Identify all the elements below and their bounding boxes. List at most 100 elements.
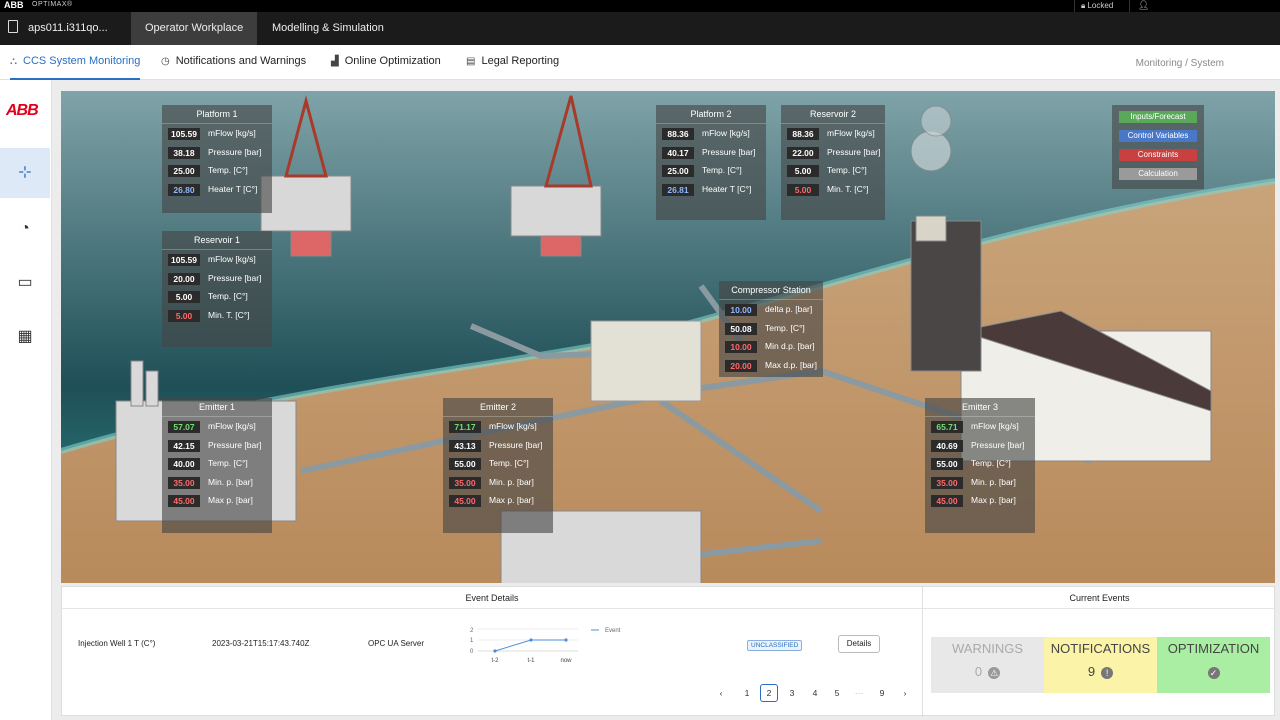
panel-row: 10.00 delta p. [bar] — [719, 300, 823, 319]
panel-row: 40.00 Temp. [C°] — [162, 454, 272, 473]
warnings-card[interactable]: WARNINGS 0 ⚠ — [931, 637, 1044, 693]
details-button[interactable]: Details — [838, 635, 880, 653]
panel-row: 26.80 Heater T [C°] — [162, 180, 272, 199]
panel-label: Heater T [C°] — [208, 183, 258, 194]
panel-label: mFlow [kg/s] — [971, 421, 1019, 431]
lock-status[interactable]: 🔒︎ Locked — [1074, 0, 1130, 12]
lock-label: Locked — [1087, 1, 1114, 10]
panel-title: Reservoir 2 — [781, 105, 885, 124]
panel-emitter2: Emitter 2 71.17 mFlow [kg/s] 43.13 Pressure … — [443, 398, 553, 533]
panel-value: 35.00 — [168, 476, 200, 489]
panel-value: 88.36 — [787, 128, 819, 140]
panel-value: 38.18 — [168, 146, 200, 159]
optimization-card[interactable]: OPTIMIZATION ✓ — [1157, 637, 1270, 693]
document-icon — [8, 20, 18, 33]
panel-row: 45.00 Max p. [bar] — [443, 491, 553, 510]
abb-logo-small: ABB — [4, 0, 24, 10]
process-scene: Inputs/Forecast Control Variables Constr… — [61, 91, 1275, 583]
legend-constraints: Constraints — [1119, 149, 1197, 161]
panel-row: 88.36 mFlow [kg/s] — [656, 124, 766, 143]
panel-label: Temp. [C°] — [971, 458, 1011, 468]
panel-row: 43.13 Pressure [bar] — [443, 436, 553, 455]
panel-label: Temp. [C°] — [489, 458, 529, 468]
event-details-title: Event Details — [62, 587, 922, 609]
grid-icon[interactable]: ▦ — [0, 312, 50, 362]
page-5[interactable]: 5 — [828, 684, 846, 702]
panel-label: Pressure [bar] — [827, 146, 881, 157]
panel-row: 5.00 Temp. [C°] — [162, 287, 272, 306]
panel-value: 43.13 — [449, 439, 481, 452]
sidebar: ABB ⊹ ◔ ▭ ▦ — [0, 80, 52, 720]
nav-modelling-simulation[interactable]: Modelling & Simulation — [258, 12, 398, 45]
panel-platform2: Platform 2 88.36 mFlow [kg/s] 40.17 Pressure… — [656, 105, 766, 220]
tab-label: Online Optimization — [344, 55, 441, 67]
legend-control-variables: Control Variables — [1119, 130, 1197, 142]
panel-value: 10.00 — [725, 304, 757, 316]
panel-reservoir1: Reservoir 1 105.59 mFlow [kg/s] 20.00 Pressu… — [162, 231, 272, 347]
panel-value: 55.00 — [449, 458, 481, 470]
panel-label: Min. T. [C°] — [208, 309, 250, 320]
panel-row: 35.00 Min. p. [bar] — [925, 473, 1035, 492]
panel-row: 45.00 Max p. [bar] — [162, 491, 272, 510]
panel-row: 38.18 Pressure [bar] — [162, 143, 272, 162]
notifications-count: 9 — [1087, 664, 1096, 679]
panel-reservoir2: Reservoir 2 88.36 mFlow [kg/s] 22.00 Pressur… — [781, 105, 885, 220]
panel-row: 26.81 Heater T [C°] — [656, 180, 766, 199]
page-1[interactable]: 1 — [738, 684, 756, 702]
notifications-card[interactable]: NOTIFICATIONS 9! — [1044, 637, 1157, 693]
tab-ccs-system-monitoring[interactable]: ⛬ CCS System Monitoring — [10, 45, 141, 80]
panel-value: 5.00 — [168, 309, 200, 322]
page-3[interactable]: 3 — [783, 684, 801, 702]
panel-label: Max p. [bar] — [489, 495, 534, 505]
network-icon[interactable]: ⊹ — [0, 148, 50, 198]
panel-label: Min. T. [C°] — [827, 183, 869, 194]
panel-label: Min. p. [bar] — [208, 476, 253, 487]
clock-icon: ◷ — [161, 56, 170, 67]
panel-row: 55.00 Temp. [C°] — [925, 454, 1035, 473]
workspace-selector[interactable]: aps011.i311qo... — [0, 12, 122, 45]
panel-value: 10.00 — [725, 341, 757, 353]
panel-value: 42.15 — [168, 439, 200, 452]
panel-title: Platform 1 — [162, 105, 272, 124]
panel-row: 40.17 Pressure [bar] — [656, 143, 766, 162]
panel-row: 105.59 mFlow [kg/s] — [162, 124, 272, 143]
mini-x-tick: now — [560, 658, 572, 664]
event-mini-chart: 2 1 0 t-2 t-1 now Event — [470, 628, 621, 664]
panel-emitter3: Emitter 3 65.71 mFlow [kg/s] 40.69 Pressure … — [925, 398, 1035, 533]
panel-value: 40.00 — [168, 458, 200, 470]
monitor-icon[interactable]: ▭ — [0, 258, 50, 308]
workspace-label: aps011.i311qo... — [28, 22, 108, 34]
breadcrumb: Monitoring / System — [1135, 58, 1224, 69]
panel-row: 88.36 mFlow [kg/s] — [781, 124, 885, 143]
page-4[interactable]: 4 — [806, 684, 824, 702]
panel-label: mFlow [kg/s] — [827, 128, 875, 138]
panel-row: 5.00 Min. T. [C°] — [781, 180, 885, 199]
panel-label: mFlow [kg/s] — [208, 254, 256, 264]
panel-label: Pressure [bar] — [208, 272, 262, 283]
panel-label: Temp. [C°] — [765, 322, 805, 333]
report-icon: ▤ — [466, 56, 476, 67]
tab-notifications-warnings[interactable]: ◷ Notifications and Warnings — [161, 45, 306, 80]
panel-value: 105.59 — [168, 128, 200, 140]
next-page-button[interactable]: › — [896, 684, 914, 702]
tab-legal-reporting[interactable]: ▤ Legal Reporting — [466, 45, 559, 80]
pie-chart-icon[interactable]: ◔ — [0, 204, 50, 254]
page-2-current[interactable]: 2 — [760, 684, 778, 702]
panel-label: Heater T [C°] — [702, 183, 752, 194]
panel-row: 25.00 Temp. [C°] — [162, 161, 272, 180]
panel-compressor: Compressor Station 10.00 delta p. [bar] 50.… — [719, 281, 823, 377]
checkmark-icon: ✓ — [1207, 667, 1220, 679]
tab-online-optimization[interactable]: ▟ Online Optimization — [331, 45, 441, 80]
tab-label: Notifications and Warnings — [175, 55, 307, 67]
main-nav: aps011.i311qo... Operator Workplace Mode… — [0, 12, 1280, 45]
user-icon[interactable]: 👤︎ — [1138, 0, 1149, 11]
page-9[interactable]: 9 — [873, 684, 891, 702]
prev-page-button[interactable]: ‹ — [712, 684, 730, 702]
event-source: OPC UA Server — [368, 639, 425, 648]
panel-label: Max p. [bar] — [971, 495, 1016, 505]
nav-operator-workplace[interactable]: Operator Workplace — [131, 12, 257, 45]
page-ellipsis: ··· — [854, 688, 864, 698]
mini-legend-label: Event — [605, 628, 621, 634]
current-events-area: WARNINGS 0 ⚠ NOTIFICATIONS 9! OPTIMIZATIO… — [922, 609, 1276, 717]
legend-inputs-forecast: Inputs/Forecast — [1119, 111, 1197, 123]
